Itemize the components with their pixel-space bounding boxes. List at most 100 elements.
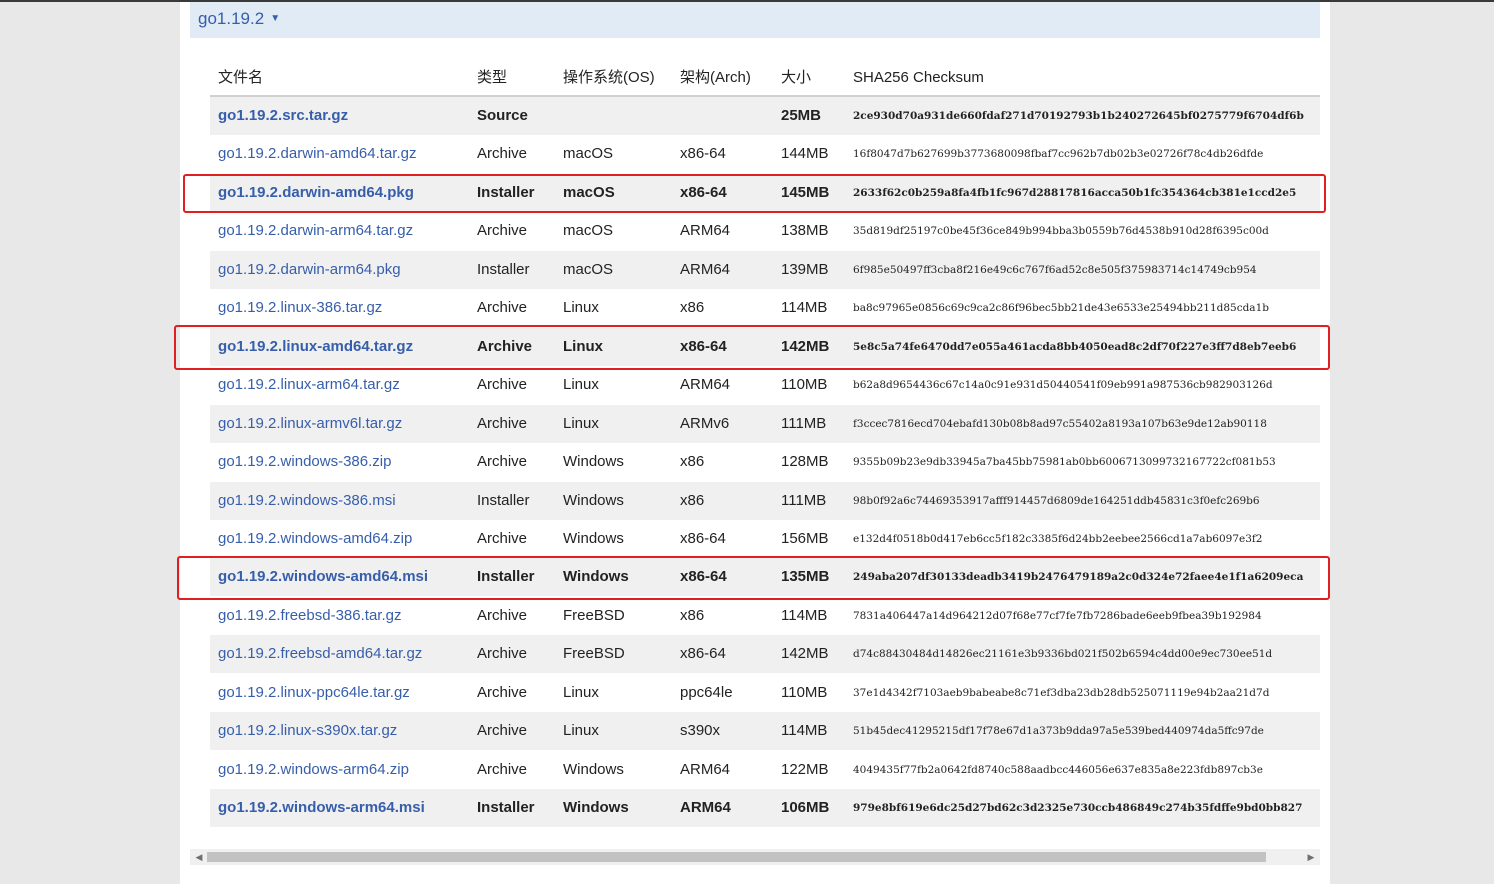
kind-cell: Archive: [477, 760, 528, 778]
kind-cell: Archive: [477, 222, 528, 240]
download-link[interactable]: go1.19.2.windows-arm64.zip: [218, 751, 409, 789]
kind-cell: Source: [477, 107, 528, 124]
os-cell: FreeBSD: [563, 645, 625, 663]
checksum-cell: ba8c97965e0856c69c9ca2c86f96bec5bb21de43…: [853, 302, 1269, 315]
arch-cell: x86-64: [680, 568, 727, 586]
os-cell: Linux: [563, 299, 599, 317]
table-row: go1.19.2.windows-arm64.msi Installer Windo…: [210, 789, 1320, 828]
table-row: go1.19.2.src.tar.gz Source 25MB 2ce930d70a9…: [210, 97, 1320, 135]
size-cell: 114MB: [781, 299, 828, 317]
checksum-cell: e132d4f0518b0d417eb6cc5f182c3385f6d24bb2…: [853, 532, 1263, 545]
kind-cell: Installer: [477, 183, 535, 201]
table-row: go1.19.2.freebsd-386.tar.gz Archive FreeBS…: [210, 597, 1320, 635]
download-link[interactable]: go1.19.2.darwin-amd64.tar.gz: [218, 135, 416, 173]
arch-cell: s390x: [680, 722, 721, 740]
os-cell: macOS: [563, 260, 614, 278]
downloads-table: 文件名 类型 操作系统(OS) 架构(Arch) 大小 SHA256 Check…: [210, 59, 1320, 829]
download-link[interactable]: go1.19.2.windows-arm64.msi: [218, 789, 425, 827]
download-link[interactable]: go1.19.2.freebsd-amd64.tar.gz: [218, 635, 422, 673]
download-link[interactable]: go1.19.2.linux-ppc64le.tar.gz: [218, 674, 410, 712]
arch-cell: x86-64: [680, 337, 727, 355]
download-link[interactable]: go1.19.2.darwin-arm64.tar.gz: [218, 212, 413, 250]
arch-cell: x86: [680, 453, 705, 471]
kind-cell: Archive: [477, 529, 528, 547]
arch-cell: ARMv6: [680, 414, 730, 432]
os-cell: Linux: [563, 722, 599, 740]
size-cell: 135MB: [781, 568, 830, 586]
download-link[interactable]: go1.19.2.linux-386.tar.gz: [218, 289, 382, 327]
kind-cell: Installer: [477, 568, 535, 586]
kind-cell: Archive: [477, 453, 528, 471]
horizontal-scrollbar[interactable]: ◀ ▶: [190, 849, 1320, 865]
arch-cell: ARM64: [680, 760, 731, 778]
header-checksum: SHA256 Checksum: [853, 69, 984, 86]
download-link[interactable]: go1.19.2.linux-amd64.tar.gz: [218, 328, 413, 366]
table-row: go1.19.2.windows-amd64.zip Archive Windows…: [210, 520, 1320, 558]
os-cell: Windows: [563, 799, 629, 817]
download-link[interactable]: go1.19.2.freebsd-386.tar.gz: [218, 597, 401, 635]
download-link[interactable]: go1.19.2.darwin-arm64.pkg: [218, 251, 401, 289]
header-file: 文件名: [218, 69, 264, 86]
checksum-cell: 98b0f92a6c74469353917afff914457d6809de16…: [853, 494, 1260, 507]
kind-cell: Archive: [477, 606, 528, 624]
table-row: go1.19.2.linux-s390x.tar.gz Archive Linux s…: [210, 712, 1320, 751]
kind-cell: Installer: [477, 260, 530, 278]
checksum-cell: 979e8bf619e6dc25d27bd62c3d2325e730ccb486…: [853, 802, 1303, 815]
os-cell: Linux: [563, 337, 603, 355]
download-link[interactable]: go1.19.2.windows-amd64.msi: [218, 558, 428, 596]
download-link[interactable]: go1.19.2.linux-armv6l.tar.gz: [218, 405, 402, 443]
arch-cell: x86: [680, 491, 705, 509]
checksum-cell: f3ccec7816ecd704ebafd130b08b8ad97c55402a…: [853, 417, 1267, 430]
checksum-cell: 37e1d4342f7103aeb9babeabe8c71ef3dba23db2…: [853, 686, 1270, 699]
scroll-thumb[interactable]: [207, 852, 1266, 862]
size-cell: 145MB: [781, 183, 830, 201]
arch-cell: x86: [680, 299, 705, 317]
download-link[interactable]: go1.19.2.src.tar.gz: [218, 97, 348, 135]
checksum-cell: 9355b09b23e9db33945a7ba45bb75981ab0bb600…: [853, 456, 1276, 469]
size-cell: 114MB: [781, 722, 828, 740]
version-header[interactable]: go1.19.2 ▼: [190, 2, 1320, 38]
table-row: go1.19.2.windows-arm64.zip Archive Windows…: [210, 751, 1320, 789]
checksum-cell: 5e8c5a74fe6470dd7e055a461acda8bb4050ead8…: [853, 340, 1297, 353]
kind-cell: Installer: [477, 491, 530, 509]
download-link[interactable]: go1.19.2.linux-arm64.tar.gz: [218, 366, 400, 404]
kind-cell: Archive: [477, 645, 528, 663]
table-row: go1.19.2.linux-386.tar.gz Archive Linux x86…: [210, 289, 1320, 327]
downloads-page: go1.19.2 ▼ 文件名 类型 操作系统(OS) 架构(Arch) 大小 SH…: [180, 2, 1330, 884]
download-link[interactable]: go1.19.2.windows-386.zip: [218, 443, 391, 481]
os-cell: Windows: [563, 760, 624, 778]
header-type: 类型: [477, 69, 508, 86]
os-cell: Linux: [563, 414, 599, 432]
table-row: go1.19.2.darwin-amd64.pkg Installer macOS x…: [210, 173, 1320, 212]
kind-cell: Installer: [477, 799, 535, 817]
header-size: 大小: [781, 69, 812, 86]
size-cell: 111MB: [781, 491, 827, 509]
download-link[interactable]: go1.19.2.windows-386.msi: [218, 482, 396, 520]
kind-cell: Archive: [477, 299, 528, 317]
checksum-cell: 7831a406447a14d964212d07f68e77cf7fe7fb72…: [853, 609, 1262, 622]
table-row: go1.19.2.darwin-arm64.tar.gz Archive macOS…: [210, 212, 1320, 250]
version-toggle[interactable]: go1.19.2 ▼: [198, 9, 280, 29]
size-cell: 110MB: [781, 683, 828, 701]
size-cell: 142MB: [781, 337, 830, 355]
os-cell: Windows: [563, 453, 624, 471]
size-cell: 110MB: [781, 376, 828, 394]
size-cell: 139MB: [781, 260, 829, 278]
download-link[interactable]: go1.19.2.darwin-amd64.pkg: [218, 174, 414, 212]
header-os: 操作系统(OS): [563, 69, 655, 86]
caret-down-icon: ▼: [270, 13, 281, 24]
table-row: go1.19.2.linux-armv6l.tar.gz Archive Linux…: [210, 404, 1320, 443]
table-row: go1.19.2.linux-amd64.tar.gz Archive Linux x…: [210, 327, 1320, 366]
size-cell: 142MB: [781, 645, 829, 663]
kind-cell: Archive: [477, 145, 528, 163]
os-cell: macOS: [563, 145, 614, 163]
scroll-left-icon[interactable]: ◀: [192, 849, 206, 865]
checksum-cell: 249aba207df30133deadb3419b2476479189a2c0…: [853, 571, 1304, 584]
scroll-right-icon[interactable]: ▶: [1304, 849, 1318, 865]
os-cell: macOS: [563, 222, 614, 240]
checksum-cell: d74c88430484d14826ec21161e3b9336bd021f50…: [853, 648, 1273, 661]
table-row: go1.19.2.freebsd-amd64.tar.gz Archive Free…: [210, 635, 1320, 674]
download-link[interactable]: go1.19.2.linux-s390x.tar.gz: [218, 712, 397, 750]
download-link[interactable]: go1.19.2.windows-amd64.zip: [218, 520, 412, 558]
kind-cell: Archive: [477, 414, 528, 432]
